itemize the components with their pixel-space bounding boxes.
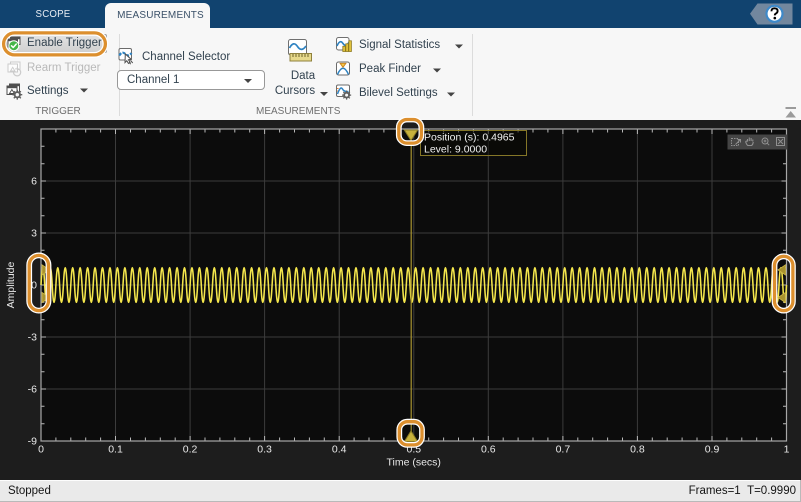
svg-text:Position (s): 0.4965: Position (s): 0.4965 (424, 132, 515, 144)
svg-text:-3: -3 (28, 332, 37, 344)
svg-text:-9: -9 (28, 436, 37, 448)
svg-text:0.8: 0.8 (630, 444, 645, 456)
svg-text:0.3: 0.3 (257, 444, 272, 456)
svg-text:0.4: 0.4 (332, 444, 347, 456)
svg-text:Level: 9.0000: Level: 9.0000 (424, 144, 487, 156)
svg-text:0.6: 0.6 (481, 444, 496, 456)
svg-text:0.1: 0.1 (108, 444, 123, 456)
svg-text:0: 0 (38, 444, 44, 456)
svg-text:0.5: 0.5 (406, 444, 421, 456)
svg-text:Time (secs): Time (secs) (386, 457, 440, 469)
svg-text:-6: -6 (28, 384, 37, 396)
svg-text:0.7: 0.7 (556, 444, 571, 456)
svg-text:0.2: 0.2 (183, 444, 198, 456)
svg-text:3: 3 (31, 228, 37, 240)
svg-text:1: 1 (784, 444, 790, 456)
svg-text:6: 6 (31, 176, 37, 188)
svg-text:Amplitude: Amplitude (5, 262, 17, 309)
svg-text:0: 0 (31, 280, 37, 292)
svg-text:0.9: 0.9 (705, 444, 720, 456)
